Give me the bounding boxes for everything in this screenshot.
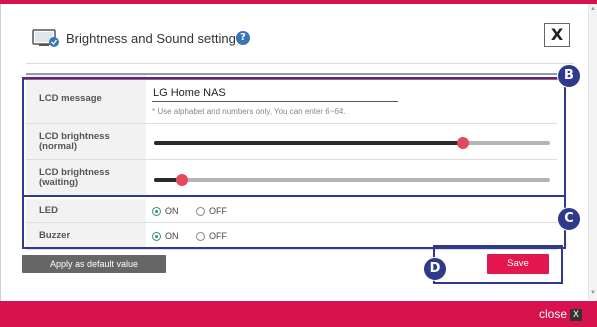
help-question-icon[interactable]: ? xyxy=(236,31,250,45)
footer-bar xyxy=(0,301,597,327)
annotation-box-b-accent xyxy=(24,79,564,80)
footer-close-icon[interactable]: X xyxy=(570,309,582,321)
apply-default-button[interactable]: Apply as default value xyxy=(22,255,166,273)
annotation-box-c xyxy=(22,197,566,249)
close-button[interactable]: X xyxy=(544,23,570,47)
annotation-box-b xyxy=(22,77,566,197)
title-divider xyxy=(26,63,574,64)
annotation-badge-c: C xyxy=(557,207,581,231)
monitor-icon xyxy=(32,29,59,47)
dialog-title: Brightness and Sound setting xyxy=(66,31,236,46)
scroll-down-arrow-icon[interactable]: ▼ xyxy=(590,290,596,296)
annotation-badge-d: D xyxy=(423,257,447,281)
scrollbar[interactable] xyxy=(588,4,597,300)
save-button[interactable]: Save xyxy=(487,254,549,274)
top-accent-bar xyxy=(0,0,597,4)
annotation-badge-b: B xyxy=(557,64,581,88)
footer-close-label[interactable]: close xyxy=(539,307,567,321)
scroll-up-arrow-icon[interactable]: ▲ xyxy=(590,6,596,12)
